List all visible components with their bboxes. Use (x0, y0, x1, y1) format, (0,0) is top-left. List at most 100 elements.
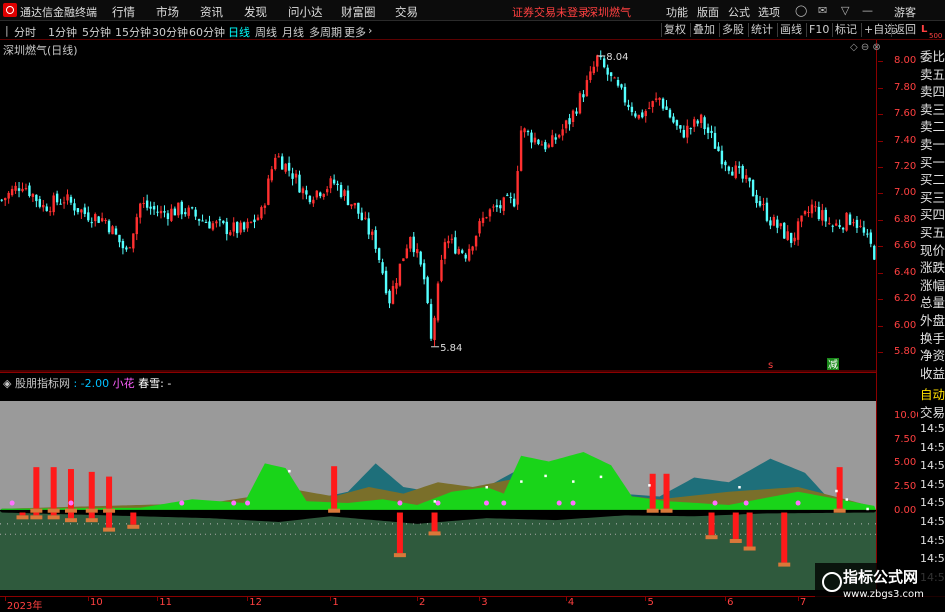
candle-body (329, 178, 332, 189)
side-item-10[interactable]: 买五 (920, 222, 945, 241)
side-item-13[interactable]: 涨幅 (920, 275, 945, 294)
btn-duogu[interactable]: 多股 (719, 23, 746, 37)
menu-gongshi[interactable]: 公式 (728, 4, 750, 20)
candle-body (28, 185, 31, 197)
chat-icon[interactable]: ◯ (795, 4, 807, 17)
menu-xuanxiang[interactable]: 选项 (758, 4, 780, 20)
btn-huaxian[interactable]: 画线 (777, 23, 804, 37)
candle-body (474, 235, 478, 247)
period-fenshi[interactable]: 分时 (14, 24, 36, 40)
period-30min[interactable]: 30分钟 (152, 24, 188, 40)
period-5min[interactable]: 5分钟 (82, 24, 111, 40)
candle-body (232, 222, 235, 232)
btn-fuquan[interactable]: 复权 (661, 23, 688, 37)
shirt-icon[interactable]: ▽ (841, 4, 849, 17)
side-item-16[interactable]: 换手 (920, 328, 945, 347)
candle-body (246, 221, 249, 229)
minimize-icon[interactable]: — (862, 4, 873, 17)
menu-caifuquan[interactable]: 财富圈 (341, 4, 376, 20)
side-item-14[interactable]: 总量 (920, 292, 945, 311)
period-multi[interactable]: 多周期 (309, 24, 342, 40)
indicator-chart[interactable] (0, 372, 876, 596)
side-item-6[interactable]: 买一 (920, 152, 945, 171)
candle-body (190, 207, 194, 209)
candle-body (627, 104, 630, 108)
menu-banmian[interactable]: 版面 (697, 4, 719, 20)
candle-body (173, 208, 177, 216)
side-item-7[interactable]: 买二 (920, 169, 945, 188)
indicator-value: : -2.00 (73, 377, 110, 390)
chart-tools-icons[interactable]: ◇ ⊖ ⊗ (850, 42, 881, 53)
candle-body (211, 223, 215, 230)
period-back-icon[interactable]: | (5, 24, 9, 37)
candle-body (703, 117, 706, 130)
candle-body (461, 250, 464, 253)
period-weekly[interactable]: 周线 (255, 24, 277, 40)
side-item-2[interactable]: 卖四 (920, 81, 945, 100)
btn-fanhui[interactable]: 返回 (891, 23, 918, 37)
l-sub: 500 (929, 32, 943, 40)
candle-body (121, 240, 125, 249)
period-15min[interactable]: 15分钟 (115, 24, 151, 40)
pink-dot (795, 500, 801, 506)
btn-biaoji[interactable]: 标记 (832, 23, 859, 37)
side-item-5[interactable]: 卖一 (920, 134, 945, 153)
red-bar-down (33, 512, 40, 516)
candle-body (613, 77, 616, 79)
menu-gongneng[interactable]: 功能 (666, 4, 688, 20)
white-dot (485, 485, 488, 489)
candle-body (139, 203, 142, 218)
candle-body (696, 120, 699, 124)
login-status[interactable]: 证券交易未登录 (512, 4, 589, 20)
candle-body (516, 171, 519, 205)
candle-body (800, 215, 803, 222)
side-item-18[interactable]: 收益 (920, 363, 945, 382)
side-trade[interactable]: 交易 (920, 402, 945, 421)
message-icon[interactable]: ✉ (818, 4, 827, 17)
candle-body (568, 118, 571, 125)
side-item-3[interactable]: 卖三 (920, 99, 945, 118)
candle-body (346, 190, 350, 206)
indicator-collapse-icon[interactable]: ◈ (3, 377, 11, 390)
side-item-17[interactable]: 净资 (920, 345, 945, 364)
candle-body (391, 286, 395, 304)
candle-body (353, 203, 357, 206)
period-daily[interactable]: 日线 (228, 24, 250, 40)
orange-cap (660, 508, 673, 513)
menu-zixun[interactable]: 资讯 (200, 4, 223, 20)
candle-body (62, 202, 66, 204)
menu-jiaoyi[interactable]: 交易 (395, 4, 418, 20)
app-logo-icon (3, 3, 17, 17)
candle-body (869, 232, 873, 244)
period-more[interactable]: 更多 (344, 24, 366, 40)
side-item-1[interactable]: 卖五 (920, 64, 945, 83)
menu-shichang[interactable]: 市场 (156, 4, 179, 20)
side-item-11[interactable]: 现价 (920, 240, 945, 259)
guest-user[interactable]: 游客 (894, 4, 916, 20)
side-item-9[interactable]: 买四 (920, 204, 945, 223)
candlestick-chart[interactable]: 8.04 5.84 s 减 (0, 40, 876, 372)
candle-body (194, 209, 197, 217)
candle-body (575, 111, 578, 114)
period-1min[interactable]: 1分钟 (48, 24, 77, 40)
price-tick-4: 7.20 (877, 160, 917, 172)
period-monthly[interactable]: 月线 (282, 24, 304, 40)
menu-wenxiaoda[interactable]: 问小达 (288, 4, 323, 20)
side-auto[interactable]: 自动 (920, 384, 945, 403)
btn-f10[interactable]: F10 (806, 23, 831, 37)
side-item-4[interactable]: 卖二 (920, 116, 945, 135)
btn-tongji[interactable]: 统计 (748, 23, 775, 37)
side-item-12[interactable]: 涨跌 (920, 257, 945, 276)
menu-hangqing[interactable]: 行情 (112, 4, 135, 20)
red-bar-down (746, 512, 753, 547)
side-item-15[interactable]: 外盘 (920, 310, 945, 329)
period-60min[interactable]: 60分钟 (189, 24, 225, 40)
side-item-0[interactable]: 委比 (920, 46, 945, 65)
menu-faxian[interactable]: 发现 (244, 4, 267, 20)
btn-diejia[interactable]: 叠加 (690, 23, 717, 37)
side-item-8[interactable]: 买三 (920, 187, 945, 206)
top-stock-name: 深圳燃气 (587, 6, 631, 19)
candle-body (135, 217, 138, 235)
chevron-right-icon[interactable]: › (368, 24, 372, 37)
low-price-label: 5.84 (440, 343, 462, 354)
